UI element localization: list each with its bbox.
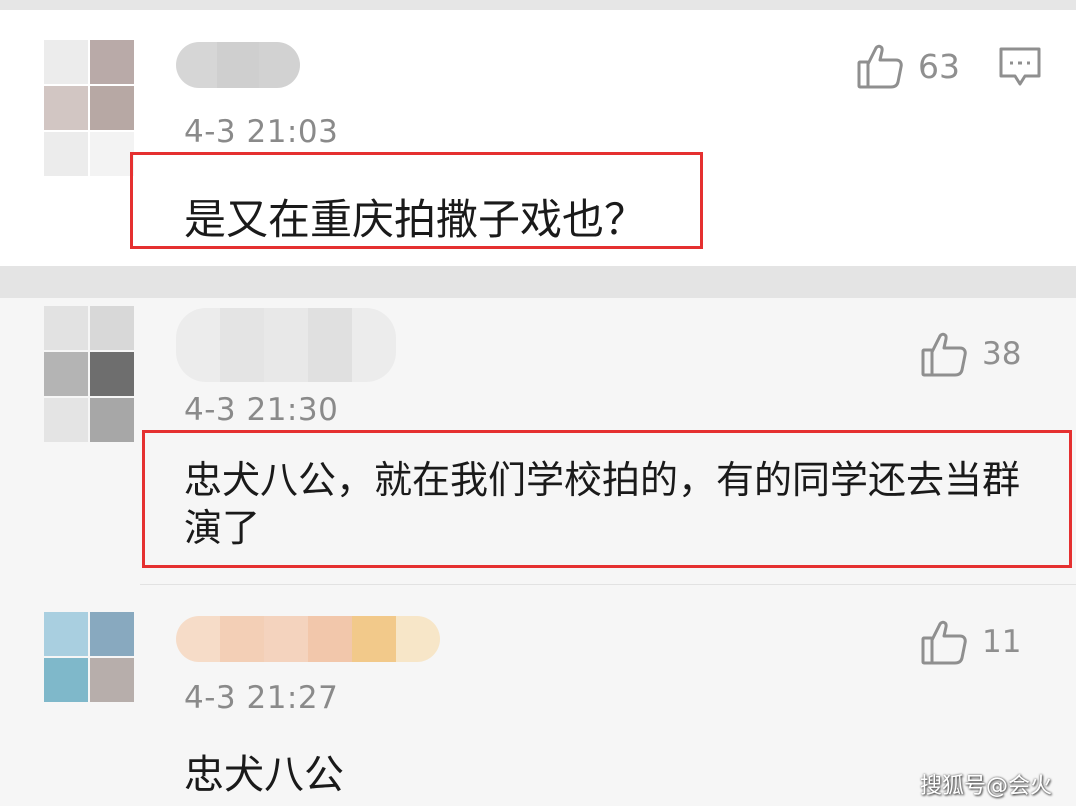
like-count: 63: [918, 46, 960, 86]
top-divider: [0, 0, 1076, 10]
like-button[interactable]: 11: [920, 618, 1021, 666]
avatar-pixel: [44, 86, 88, 130]
username-blur-block: [220, 616, 264, 662]
avatar-pixel: [90, 132, 134, 176]
avatar-pixel: [90, 86, 134, 130]
comment-text: 忠犬八公，就在我们学校拍的，有的同学还去当群演了: [184, 458, 1021, 550]
username-blur-block: [176, 42, 218, 88]
comment-timestamp: 4-3 21:03: [184, 114, 339, 150]
avatar-pixel: [44, 658, 88, 702]
avatar-pixel: [44, 398, 88, 442]
thumbs-up-icon: [921, 332, 967, 377]
comment-text: 忠犬八公: [184, 752, 344, 798]
username-blur-block: [264, 308, 308, 382]
username-blur-block: [264, 616, 308, 662]
avatar-pixel: [44, 132, 88, 176]
section-gap: [0, 266, 1076, 298]
username-blur-block: [220, 308, 264, 382]
comment-text: 是又在重庆拍撒子戏也？: [184, 195, 647, 244]
username-blur-block: [217, 42, 259, 88]
avatar-pixel: [44, 306, 88, 350]
avatar-pixel: [44, 352, 88, 396]
like-button[interactable]: 63: [856, 42, 960, 90]
like-count: 11: [982, 624, 1022, 660]
username-blur-block: [308, 616, 352, 662]
avatar-pixel: [90, 398, 134, 442]
avatar[interactable]: [44, 612, 134, 704]
avatar[interactable]: [44, 40, 134, 176]
avatar[interactable]: [44, 306, 134, 442]
comment-divider: [140, 584, 1076, 585]
like-button[interactable]: 38: [920, 330, 1021, 378]
username-blur-block: [396, 616, 440, 662]
like-count: 38: [982, 336, 1022, 372]
thumbs-up-icon: [857, 44, 903, 89]
avatar-pixel: [90, 40, 134, 84]
username-blurred[interactable]: [176, 308, 396, 382]
username-blur-block: [176, 308, 220, 382]
avatar-pixel: [90, 352, 134, 396]
username-blurred[interactable]: [176, 42, 300, 88]
watermark: 搜狐号@会火: [920, 774, 1053, 799]
comment-timestamp: 4-3 21:30: [184, 392, 339, 428]
avatar-pixel: [44, 40, 88, 84]
avatar-pixel: [90, 612, 134, 656]
avatar-pixel: [90, 306, 134, 350]
username-blur-block: [352, 616, 396, 662]
avatar-pixel: [90, 658, 134, 702]
username-blurred[interactable]: [176, 616, 440, 662]
comment-reply-icon[interactable]: [998, 46, 1042, 88]
username-blur-block: [308, 308, 352, 382]
avatar-pixel: [44, 612, 88, 656]
thumbs-up-icon: [921, 620, 967, 665]
username-blur-block: [176, 616, 220, 662]
comment-timestamp: 4-3 21:27: [184, 680, 339, 716]
